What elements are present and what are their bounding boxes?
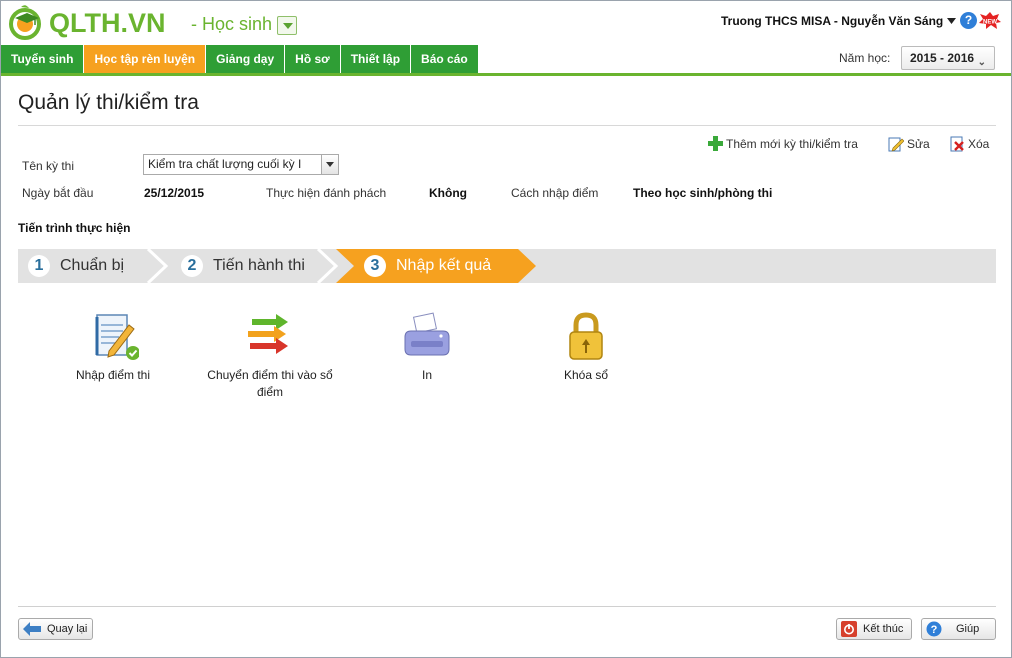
footer-divider [18, 606, 996, 607]
step-label: Nhập kết quả [396, 257, 492, 274]
tile-chuyen-diem-thi[interactable]: Chuyển điểm thi vào sổ điểm [205, 311, 335, 401]
help-icon: ? [926, 621, 942, 637]
school-year-select[interactable]: 2015 - 2016 ⌄ [901, 46, 995, 70]
school-year-value: 2015 - 2016 [910, 51, 975, 65]
progress-steps: 1 Chuẩn bị 2 Tiến hành thi 3 Nhập kết qu… [18, 249, 996, 283]
user-menu[interactable]: Truong THCS MISA - Nguyễn Văn Sáng [721, 14, 957, 28]
tile-label: Chuyển điểm thi vào sổ điểm [207, 368, 333, 399]
edit-icon [888, 137, 904, 152]
add-exam-label: Thêm mới kỳ thi/kiểm tra [726, 136, 858, 151]
tile-khoa-so[interactable]: Khóa sổ [536, 311, 636, 384]
menu-item-tuyen-sinh[interactable]: Tuyển sinh [1, 45, 85, 73]
blind-marking-value: Không [429, 186, 467, 200]
help-label: Giúp [956, 623, 980, 635]
score-entry-label: Cách nhập điểm [511, 186, 599, 200]
page-title: Quản lý thi/kiểm tra [18, 91, 199, 114]
main-menu-bar: Tuyển sinh Học tập rèn luyện Giảng dạy H… [1, 45, 1011, 76]
delete-icon [950, 136, 964, 152]
tile-label: In [421, 368, 432, 382]
new-badge-text: NEW [983, 20, 997, 26]
start-date-label: Ngày bắt đầu [22, 186, 94, 200]
transfer-arrows-icon [248, 314, 288, 354]
delete-button[interactable]: Xóa [949, 136, 989, 152]
step-tien-hanh-thi[interactable]: 2 Tiến hành thi [181, 249, 305, 283]
chevron-down-icon[interactable] [321, 155, 338, 174]
finish-label: Kết thúc [863, 623, 904, 635]
title-divider [18, 125, 996, 126]
menu-item-giang-day[interactable]: Giảng dạy [206, 45, 286, 73]
add-exam-button[interactable]: Thêm mới kỳ thi/kiểm tra [708, 136, 858, 151]
help-button[interactable]: ? Giúp [921, 618, 996, 640]
app-name: - Học sinh [191, 14, 273, 34]
arrow-left-icon [23, 622, 41, 636]
progress-title: Tiến trình thực hiện [18, 221, 131, 235]
back-button[interactable]: Quay lại [18, 618, 93, 640]
edit-label: Sửa [907, 137, 930, 151]
logo-icon [9, 5, 41, 40]
delete-label: Xóa [968, 137, 990, 151]
step-label: Chuẩn bị [60, 257, 125, 274]
printer-icon [404, 312, 450, 356]
padlock-icon [569, 312, 603, 360]
back-label: Quay lại [47, 623, 88, 635]
chevron-down-icon: ⌄ [977, 57, 986, 68]
step-nhap-ket-qua[interactable]: 3 Nhập kết quả [364, 249, 491, 283]
user-label: Truong THCS MISA - Nguyễn Văn Sáng [721, 14, 944, 28]
new-badge-icon[interactable]: NEW [979, 12, 1001, 29]
exam-name-value: Kiểm tra chất lượng cuối kỳ I [148, 157, 302, 171]
svg-text:?: ? [931, 624, 938, 636]
exam-name-select[interactable]: Kiểm tra chất lượng cuối kỳ I [143, 154, 339, 175]
start-date-value: 25/12/2015 [144, 186, 205, 200]
school-year-label: Năm học: [839, 51, 891, 65]
progress-arrows [18, 249, 536, 283]
menu-item-ho-so[interactable]: Hồ sơ [285, 45, 341, 73]
menu-item-hoc-tap-ren-luyen[interactable]: Học tập rèn luyện [84, 45, 207, 73]
power-icon [841, 621, 857, 637]
tile-label: Khóa sổ [563, 368, 609, 382]
finish-button[interactable]: Kết thúc [836, 618, 912, 640]
caret-down-icon [947, 18, 957, 24]
plus-icon [708, 136, 723, 151]
notepad-pencil-icon [95, 314, 140, 360]
logo-text: QLTH.VN [49, 7, 166, 38]
score-entry-value: Theo học sinh/phòng thi [633, 186, 773, 200]
step-label: Tiến hành thi [213, 257, 305, 274]
menu-item-bao-cao[interactable]: Báo cáo [411, 45, 479, 73]
logo[interactable]: QLTH.VN [7, 5, 166, 41]
help-icon[interactable]: ? [960, 12, 977, 29]
step-number: 1 [28, 255, 50, 277]
top-bar: QLTH.VN - Học sinh Truong THCS MISA - Ng… [1, 1, 1011, 45]
app-switcher-dropdown[interactable] [277, 16, 297, 35]
blind-marking-label: Thực hiện đánh phách [266, 186, 387, 200]
tile-nhap-diem-thi[interactable]: Nhập điểm thi [63, 311, 163, 384]
exam-name-label: Tên kỳ thi [22, 159, 75, 173]
step-number: 2 [181, 255, 203, 277]
tile-in[interactable]: In [377, 311, 477, 384]
tile-label: Nhập điểm thi [75, 368, 151, 382]
step-number: 3 [364, 255, 386, 277]
step-chuan-bi[interactable]: 1 Chuẩn bị [28, 249, 124, 283]
menu-item-thiet-lap[interactable]: Thiết lập [340, 45, 412, 73]
edit-button[interactable]: Sửa [888, 136, 930, 152]
